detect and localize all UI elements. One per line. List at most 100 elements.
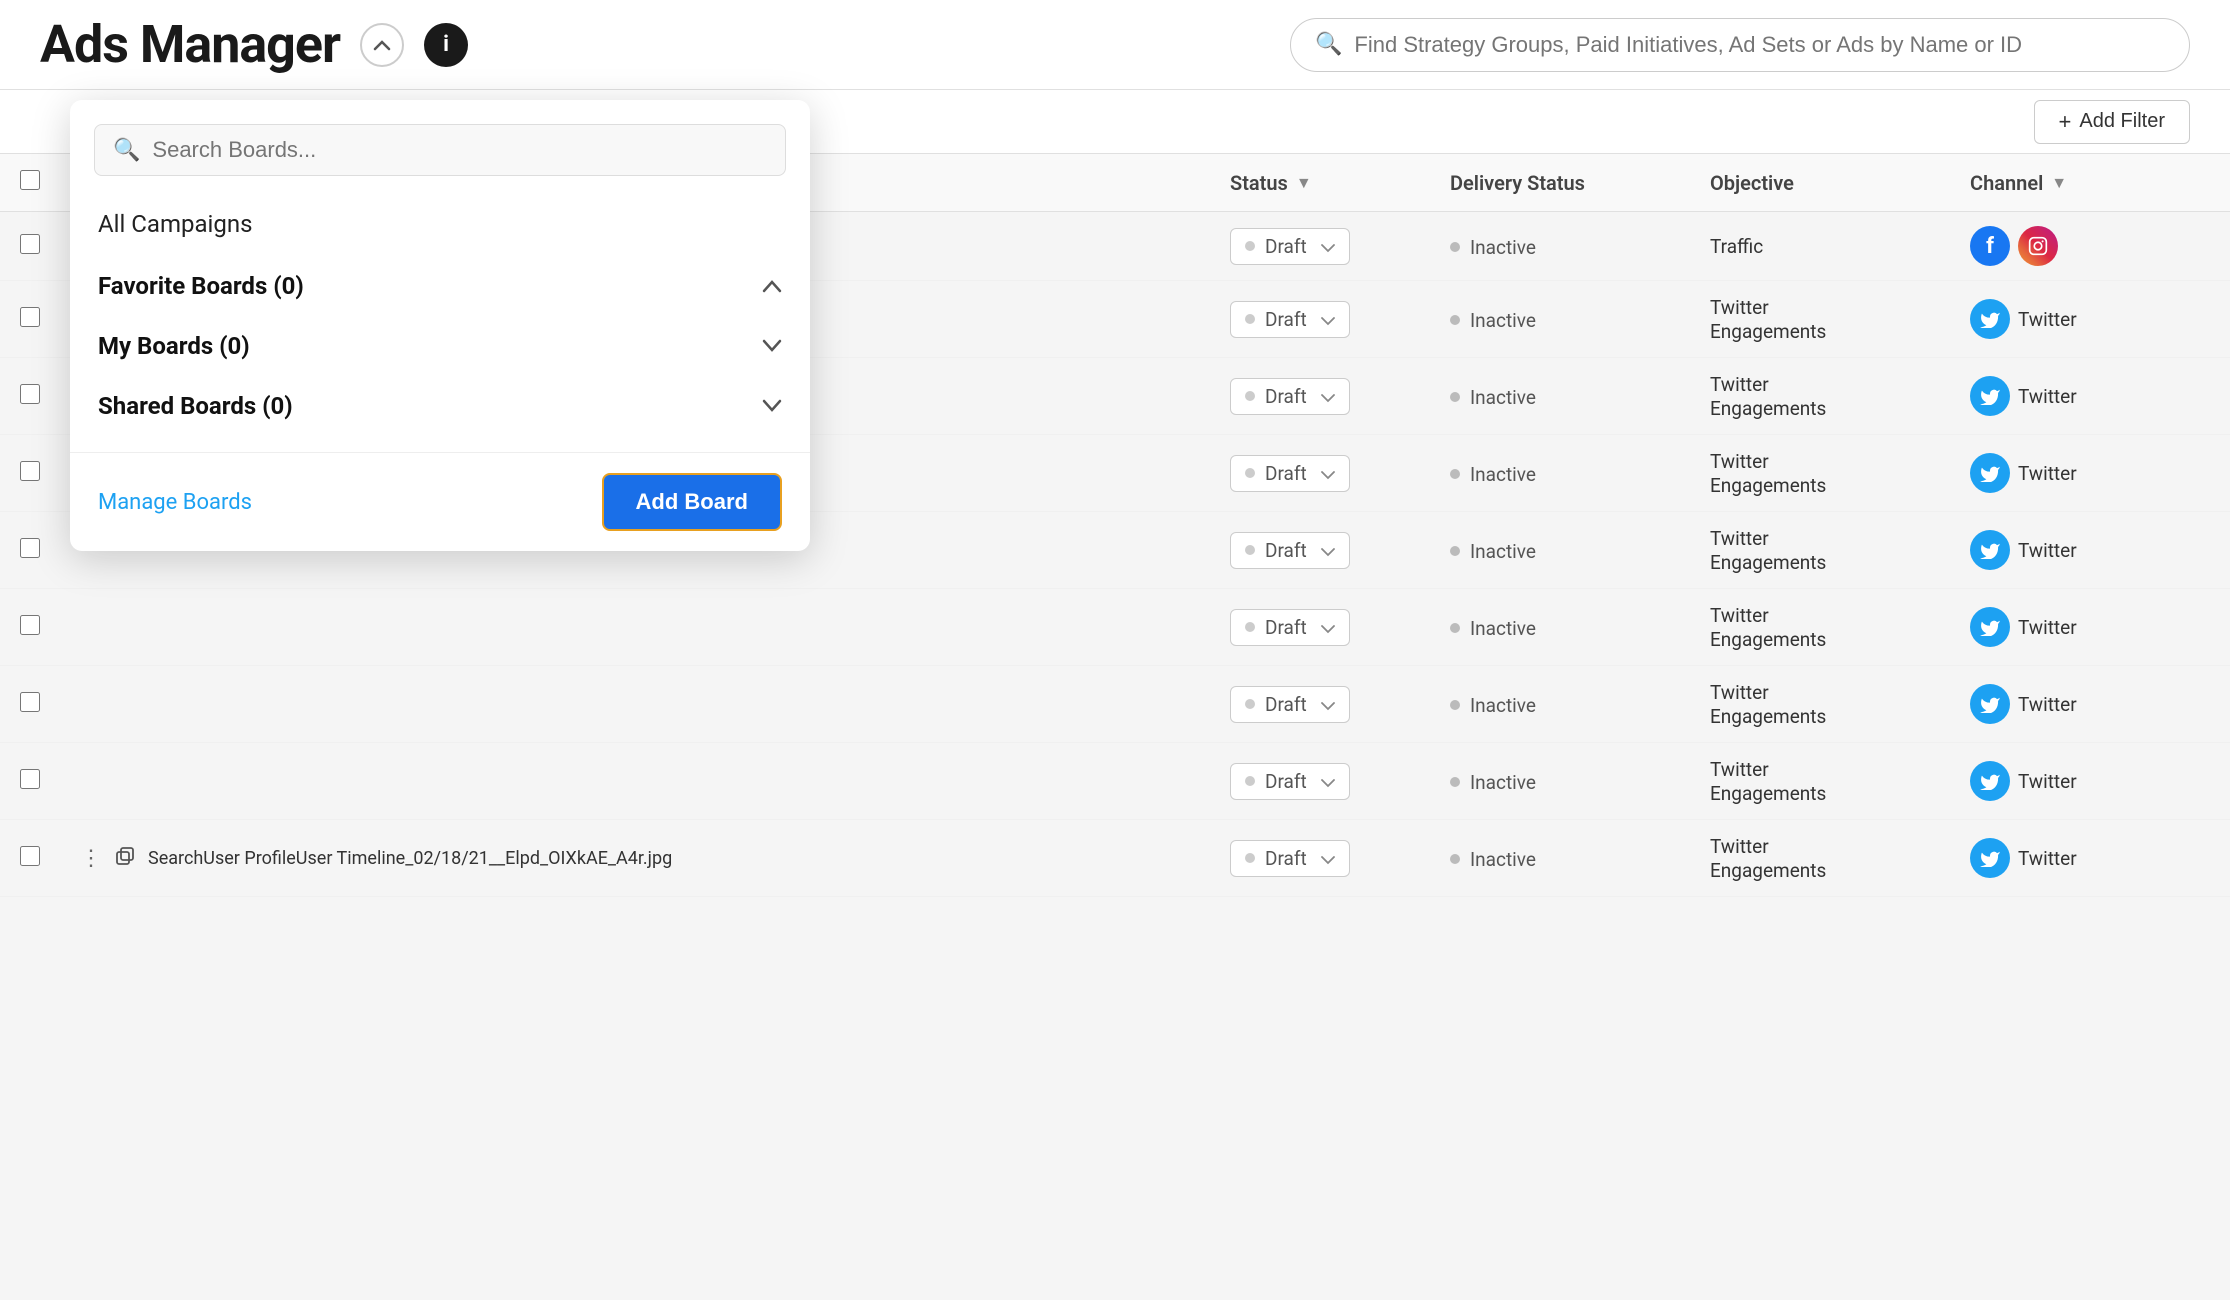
row-checkbox[interactable] — [20, 461, 40, 481]
table-row: ⋮ SearchUser ProfileUser Timeline_02/18/… — [0, 820, 2230, 897]
delivery-badge: Inactive — [1450, 540, 1536, 563]
row-copy-icon[interactable] — [114, 845, 136, 872]
objective-label: Twitter Engagements — [1710, 296, 1826, 343]
row-status-cell: Draft — [1210, 820, 1430, 897]
col-header-delivery: Delivery Status — [1430, 154, 1690, 212]
col-header-checkbox — [0, 154, 60, 212]
select-all-checkbox[interactable] — [20, 170, 40, 190]
status-chevron-icon — [1321, 693, 1335, 716]
row-delivery-cell: Inactive — [1430, 435, 1690, 512]
row-status-cell: Draft — [1210, 212, 1430, 281]
add-board-button[interactable]: Add Board — [602, 473, 782, 531]
channel-label: Twitter — [2018, 539, 2077, 562]
plus-icon: + — [2059, 109, 2072, 135]
twitter-icon — [1970, 530, 2010, 570]
col-header-channel[interactable]: Channel ▼ — [1950, 154, 2230, 212]
row-objective-cell: Twitter Engagements — [1690, 743, 1950, 820]
delivery-badge: Inactive — [1450, 848, 1536, 871]
twitter-icon — [1970, 299, 2010, 339]
channel-icons: Twitter — [1970, 299, 2210, 339]
delivery-label: Inactive — [1470, 309, 1536, 332]
row-objective-cell: Twitter Engagements — [1690, 589, 1950, 666]
status-dot — [1245, 468, 1255, 478]
row-checkbox[interactable] — [20, 846, 40, 866]
twitter-icon — [1970, 376, 2010, 416]
boards-search-input[interactable] — [152, 137, 767, 163]
status-dot — [1245, 776, 1255, 786]
objective-label: Twitter Engagements — [1710, 527, 1826, 574]
table-row: Draft Inactive Twitter Engagements Twitt… — [0, 589, 2230, 666]
global-search-input[interactable] — [1354, 32, 2165, 58]
row-checkbox[interactable] — [20, 769, 40, 789]
row-channel-cell: Twitter — [1950, 358, 2230, 435]
status-dot — [1245, 314, 1255, 324]
my-boards-header[interactable]: My Boards (0) — [70, 316, 810, 376]
status-chevron-icon — [1321, 385, 1335, 408]
row-checkbox-cell — [0, 666, 60, 743]
twitter-icon — [1970, 761, 2010, 801]
row-checkbox[interactable] — [20, 692, 40, 712]
row-objective-cell: Twitter Engagements — [1690, 435, 1950, 512]
row-channel-cell: Twitter — [1950, 512, 2230, 589]
row-checkbox[interactable] — [20, 234, 40, 254]
status-badge[interactable]: Draft — [1230, 378, 1350, 415]
status-badge[interactable]: Draft — [1230, 609, 1350, 646]
status-badge[interactable]: Draft — [1230, 763, 1350, 800]
objective-label: Twitter Engagements — [1710, 681, 1826, 728]
row-checkbox[interactable] — [20, 307, 40, 327]
title-chevron-button[interactable] — [360, 23, 404, 67]
row-status-cell: Draft — [1210, 358, 1430, 435]
status-label: Draft — [1265, 235, 1307, 258]
favorite-boards-chevron-up-icon — [762, 274, 782, 298]
status-badge[interactable]: Draft — [1230, 532, 1350, 569]
objective-label: Twitter Engagements — [1710, 450, 1826, 497]
status-badge[interactable]: Draft — [1230, 301, 1350, 338]
status-dot — [1245, 622, 1255, 632]
add-filter-button[interactable]: + Add Filter — [2034, 100, 2190, 144]
row-checkbox[interactable] — [20, 384, 40, 404]
delivery-badge: Inactive — [1450, 617, 1536, 640]
channel-icons: Twitter — [1970, 761, 2210, 801]
search-icon: 🔍 — [1315, 32, 1342, 57]
all-campaigns-item[interactable]: All Campaigns — [70, 192, 810, 256]
channel-icons: Twitter — [1970, 376, 2210, 416]
favorite-boards-header[interactable]: Favorite Boards (0) — [70, 256, 810, 316]
channel-label: Twitter — [2018, 693, 2077, 716]
status-label: Draft — [1265, 616, 1307, 639]
row-checkbox[interactable] — [20, 538, 40, 558]
manage-boards-link[interactable]: Manage Boards — [98, 490, 252, 515]
table-row: Draft Inactive Twitter Engagements Twitt… — [0, 666, 2230, 743]
status-label: Draft — [1265, 693, 1307, 716]
my-boards-section: My Boards (0) — [70, 316, 810, 376]
col-header-status[interactable]: Status ▼ — [1210, 154, 1430, 212]
channel-icons: Twitter — [1970, 453, 2210, 493]
twitter-icon — [1970, 453, 2010, 493]
status-label: Draft — [1265, 847, 1307, 870]
channel-label: Twitter — [2018, 462, 2077, 485]
boards-search[interactable]: 🔍 — [94, 124, 786, 176]
twitter-icon — [1970, 684, 2010, 724]
delivery-dot — [1450, 700, 1460, 710]
header: Ads Manager i 🔍 — [0, 0, 2230, 90]
instagram-icon — [2018, 226, 2058, 266]
row-checkbox[interactable] — [20, 615, 40, 635]
shared-boards-header[interactable]: Shared Boards (0) — [70, 376, 810, 436]
objective-label: Twitter Engagements — [1710, 373, 1826, 420]
shared-boards-label: Shared Boards (0) — [98, 392, 293, 420]
row-channel-cell: Twitter — [1950, 743, 2230, 820]
status-badge[interactable]: Draft — [1230, 686, 1350, 723]
row-delivery-cell: Inactive — [1430, 666, 1690, 743]
info-button[interactable]: i — [424, 23, 468, 67]
delivery-dot — [1450, 242, 1460, 252]
row-checkbox-cell — [0, 358, 60, 435]
row-checkbox-cell — [0, 589, 60, 666]
status-badge[interactable]: Draft — [1230, 228, 1350, 265]
status-badge[interactable]: Draft — [1230, 455, 1350, 492]
objective-label: Traffic — [1710, 235, 1763, 258]
status-badge[interactable]: Draft — [1230, 840, 1350, 877]
row-menu-icon[interactable]: ⋮ — [80, 846, 102, 871]
row-channel-cell: Twitter — [1950, 281, 2230, 358]
global-search[interactable]: 🔍 — [1290, 18, 2190, 72]
status-dot — [1245, 545, 1255, 555]
delivery-label: Inactive — [1470, 540, 1536, 563]
